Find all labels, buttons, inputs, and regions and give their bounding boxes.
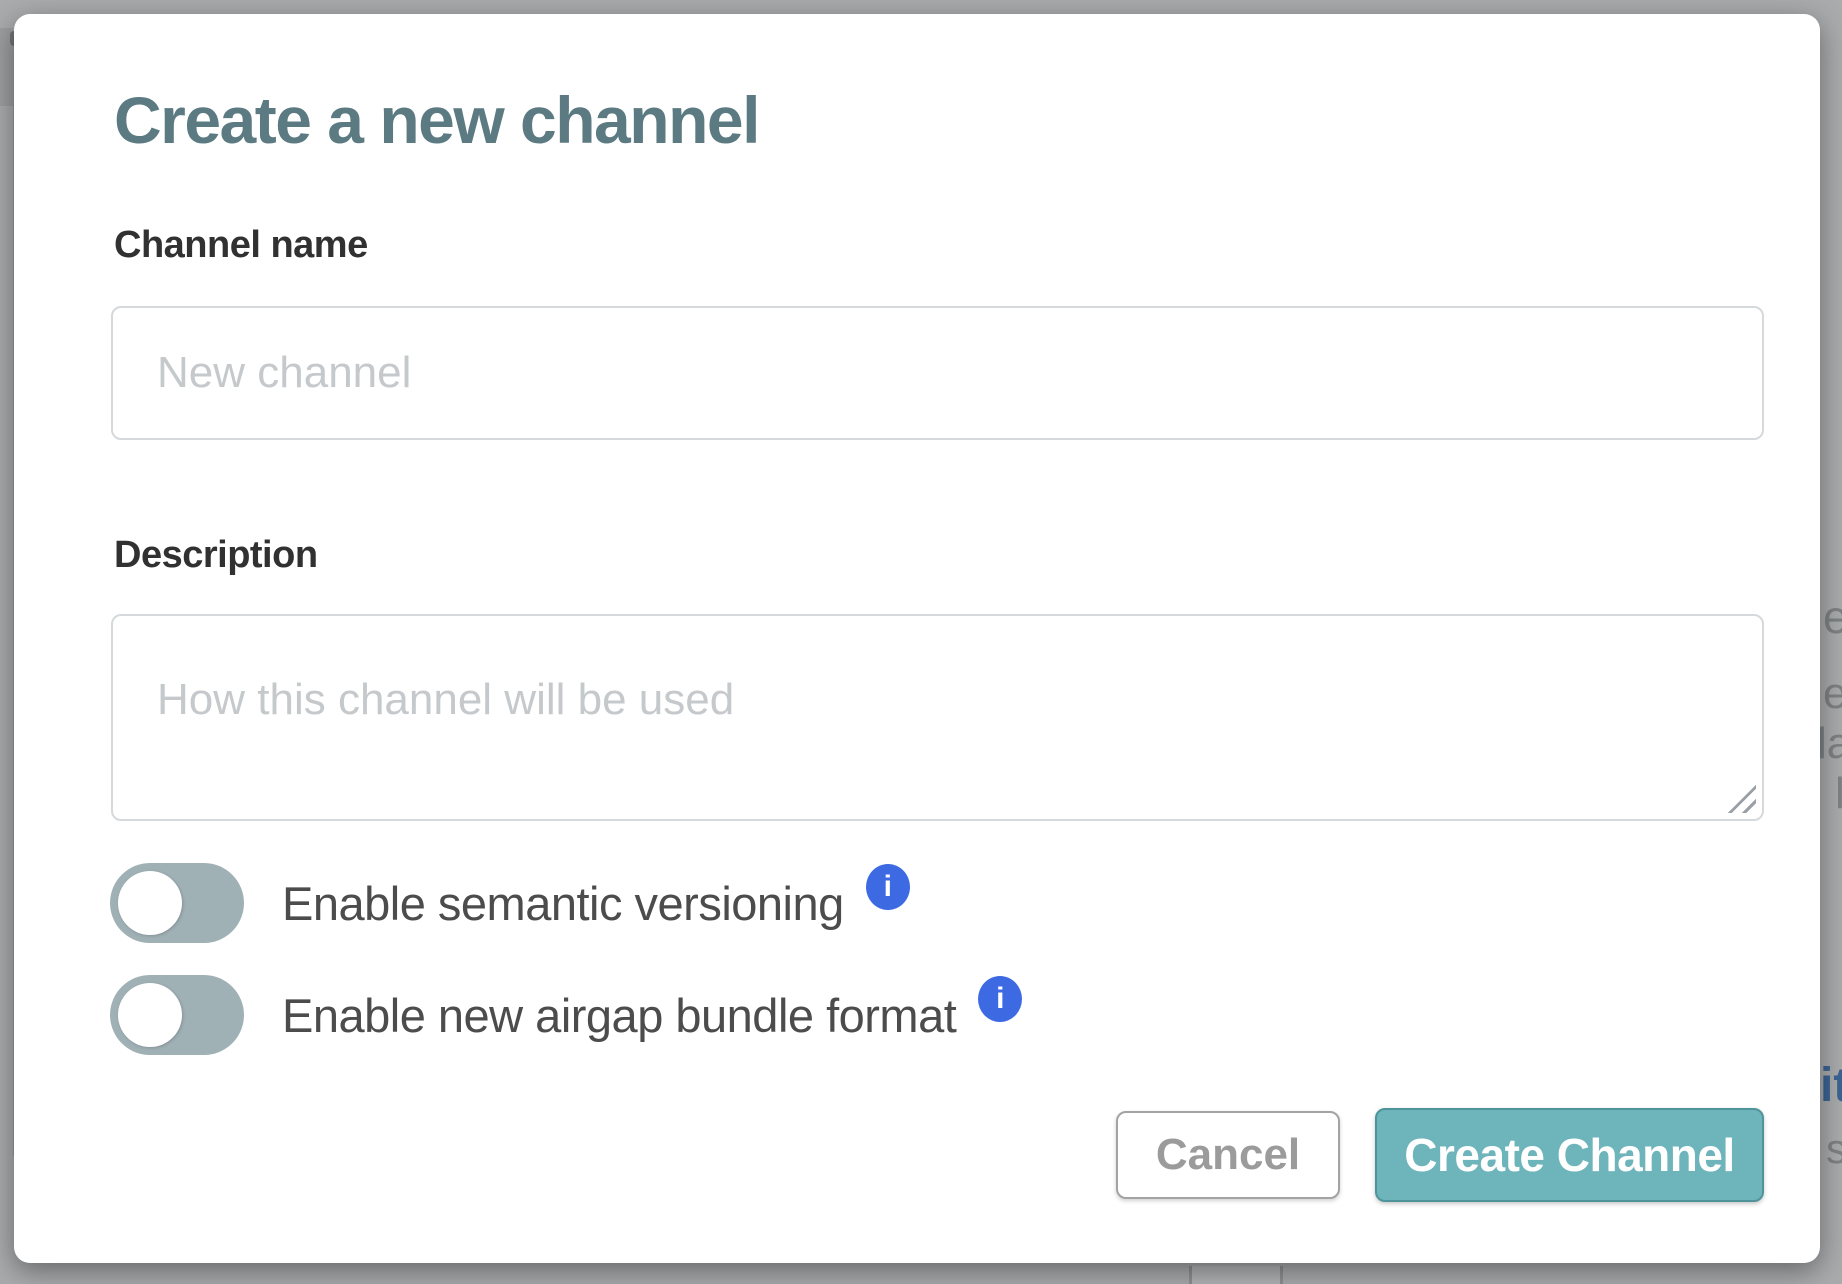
channel-name-label: Channel name [114,224,368,267]
create-channel-button[interactable]: Create Channel [1375,1108,1764,1202]
screen: e e la l it s Create a new channel Chann… [0,0,1842,1284]
cancel-button[interactable]: Cancel [1116,1111,1340,1199]
background-text-fragment: e [1823,594,1842,640]
info-icon[interactable]: i [978,976,1022,1022]
airgap-bundle-row: Enable new airgap bundle format i [110,974,1022,1056]
background-text-fragment: e [1823,672,1842,716]
description-textarea[interactable] [111,614,1764,821]
toggle-knob [118,871,182,935]
background-text-fragment: la [1817,722,1842,766]
semantic-versioning-label: Enable semantic versioning [282,876,844,931]
create-channel-modal: Create a new channel Channel name Descri… [14,14,1820,1263]
toggle-knob [118,983,182,1047]
background-page-element-fragment [1189,1266,1283,1284]
semantic-versioning-toggle[interactable] [110,863,244,943]
airgap-bundle-toggle[interactable] [110,975,244,1055]
background-link-text-fragment: it [1820,1062,1842,1110]
semantic-versioning-row: Enable semantic versioning i [110,862,910,944]
background-text-fragment: l [1835,772,1842,816]
channel-name-input[interactable] [111,306,1764,440]
airgap-bundle-label: Enable new airgap bundle format [282,988,956,1043]
modal-title: Create a new channel [114,82,759,158]
info-icon[interactable]: i [866,864,910,910]
description-label: Description [114,534,318,577]
background-text-fragment: s [1826,1128,1842,1170]
